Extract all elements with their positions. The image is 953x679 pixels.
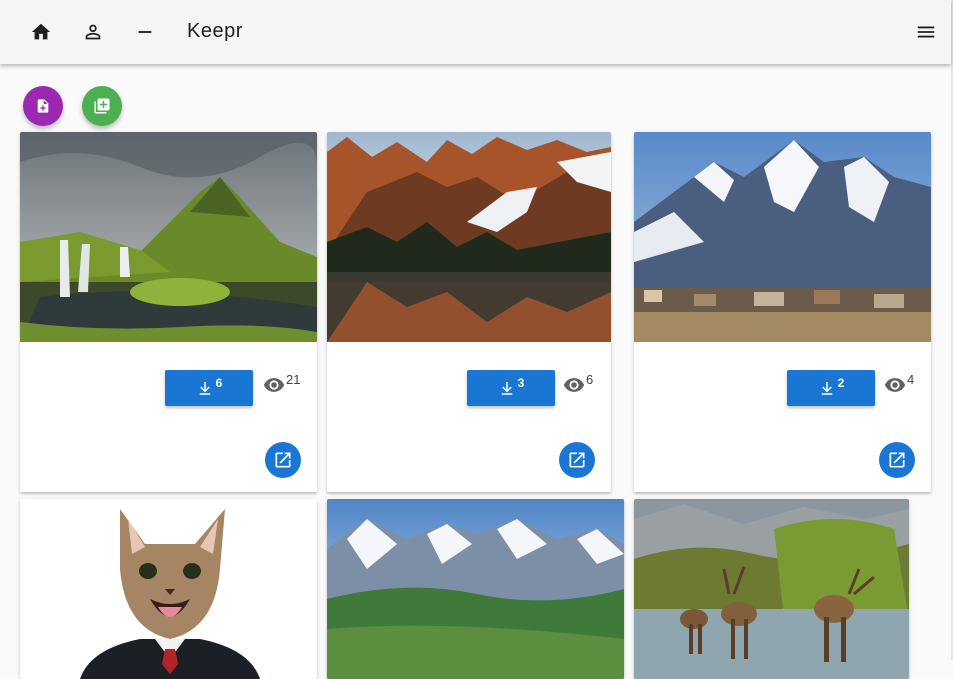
app-title: Keepr [187,20,243,42]
eye-icon [884,378,906,392]
open-in-new-icon [569,452,585,468]
open-keep-button[interactable] [265,442,301,478]
home-button[interactable] [25,16,57,48]
menu-button[interactable] [910,16,942,48]
account-icon [85,24,101,40]
eye-icon [263,378,285,392]
keep-image[interactable] [634,132,931,342]
keep-card[interactable] [327,499,624,679]
keep-image[interactable] [20,499,317,679]
view-count: 4 [884,372,915,396]
keep-count: 3 [517,376,525,390]
keep-card[interactable]: 2 4 [634,132,931,492]
library-add-icon [94,98,110,114]
download-icon [501,382,512,395]
keep-image[interactable] [20,132,317,342]
app-bar: Keepr [0,0,951,64]
keep-download-button[interactable]: 2 [787,370,875,406]
keep-card[interactable] [634,499,909,679]
open-in-new-icon [275,452,291,468]
keep-card[interactable]: 3 6 [327,132,611,492]
keep-count: 6 [215,376,223,390]
view-count: 6 [563,372,594,396]
keep-image[interactable] [634,499,909,679]
keep-download-button[interactable]: 6 [165,370,253,406]
keep-image[interactable] [327,499,624,679]
new-keep-button[interactable] [23,86,63,126]
keep-download-button[interactable]: 3 [467,370,555,406]
note-add-icon [37,99,49,113]
keep-image[interactable] [327,132,611,342]
view-count-value: 21 [286,372,301,387]
view-count-value: 4 [907,372,915,387]
keep-card[interactable]: 6 21 [20,132,317,492]
keep-count: 2 [837,376,845,390]
new-vault-button[interactable] [82,86,122,126]
eye-icon [563,378,585,392]
home-icon [31,23,51,40]
download-icon [199,382,210,395]
minimize-button[interactable] [129,16,161,48]
download-icon [821,382,832,395]
keep-card[interactable] [20,499,317,679]
profile-button[interactable] [77,16,109,48]
view-count: 21 [263,372,301,396]
view-count-value: 6 [586,372,594,387]
minus-icon [138,31,152,33]
open-in-new-icon [889,452,905,468]
menu-icon [917,26,935,38]
open-keep-button[interactable] [879,442,915,478]
open-keep-button[interactable] [559,442,595,478]
